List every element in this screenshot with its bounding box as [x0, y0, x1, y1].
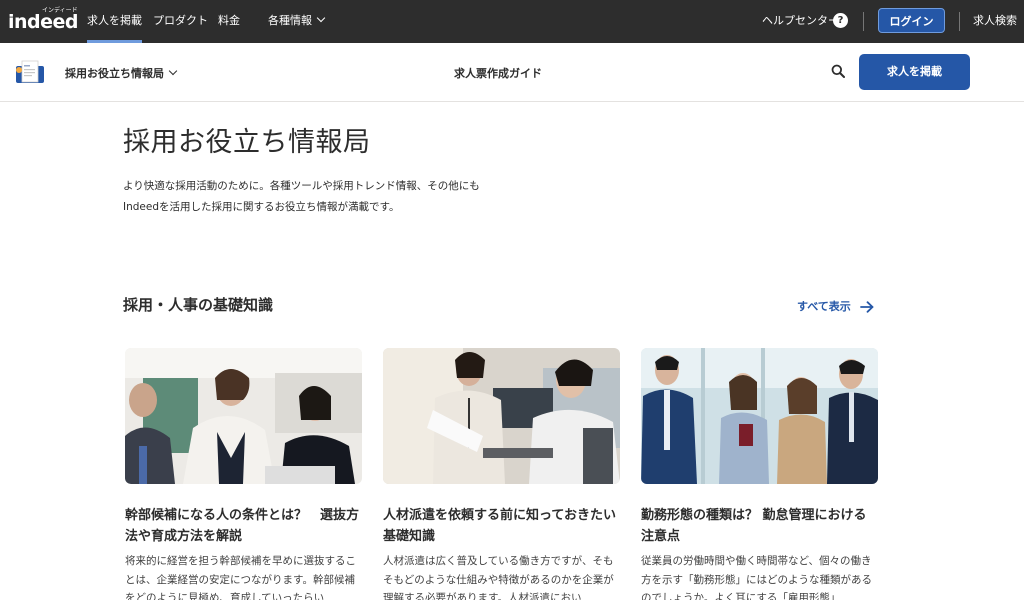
nav-post-job[interactable]: 求人を掲載 [87, 0, 142, 43]
site-menu-dropdown[interactable]: 採用お役立ち情報局 [65, 65, 178, 81]
article-excerpt: 人材派遣は広く普及している働き方ですが、そもそもどのような仕組みや特徴があるのか… [383, 555, 614, 600]
intro-line: より快適な採用活動のために。各種ツールや採用トレンド情報、その他にも [123, 180, 480, 192]
nav-info-dropdown[interactable]: 各種情報 [268, 0, 326, 43]
business-team-photo [641, 348, 878, 484]
section-title: 採用・人事の基礎知識 [123, 296, 274, 314]
intro-text: より快適な採用活動のために。各種ツールや採用トレンド情報、その他にも Indee… [123, 176, 543, 218]
article-excerpt: 従業員の労働時間や働く時間帯など、個々の働き方を示す「勤務形態」にはどのような種… [641, 555, 872, 600]
document-illustration-icon [16, 60, 44, 83]
job-search-link[interactable]: 求人検索 [973, 0, 1017, 43]
divider [959, 12, 960, 31]
article-card[interactable]: 人材派遣を依頼する前に知っておきたい基礎知識 人材派遣は広く普及している働き方で… [383, 348, 620, 600]
help-icon[interactable]: ? [833, 13, 848, 28]
logo-wordmark: indeed [8, 11, 79, 33]
article-title[interactable]: 勤務形態の種類は？ 勤怠管理における注意点 [641, 505, 878, 547]
article-title[interactable]: 幹部候補になる人の条件とは？ 選抜方法や育成方法を解説 [125, 505, 362, 547]
nav-pricing[interactable]: 料金 [218, 0, 240, 43]
site-menu-label: 採用お役立ち情報局 [65, 67, 164, 80]
article-excerpt: 将来的に経営を担う幹部候補を早めに選抜することは、企業経営の安定につながります。… [125, 555, 356, 600]
job-posting-guide-link[interactable]: 求人票作成ガイド [454, 65, 542, 81]
search-icon[interactable] [831, 64, 845, 78]
post-job-button[interactable]: 求人を掲載 [859, 54, 970, 90]
logo-katakana: インディード [42, 7, 78, 14]
business-meeting-photo [125, 348, 362, 484]
help-center-link[interactable]: ヘルプセンター [762, 0, 839, 43]
chevron-down-icon [168, 66, 178, 76]
article-title[interactable]: 人材派遣を依頼する前に知っておきたい基礎知識 [383, 505, 620, 547]
article-card[interactable]: 勤務形態の種類は？ 勤怠管理における注意点 従業員の労働時間や働く時間帯など、個… [641, 348, 878, 600]
nav-products[interactable]: プロダクト [153, 0, 208, 43]
section-header: 採用お役立ち情報局 求人票作成ガイド 求人を掲載 [0, 43, 1024, 102]
article-thumbnail[interactable] [125, 348, 362, 484]
office-discussion-photo [383, 348, 620, 484]
indeed-logo[interactable]: indeed インディード [8, 7, 79, 33]
article-thumbnail[interactable] [641, 348, 878, 484]
arrow-right-icon[interactable] [860, 301, 874, 313]
chevron-down-icon [316, 13, 326, 23]
divider [863, 12, 864, 31]
article-thumbnail[interactable] [383, 348, 620, 484]
global-header: indeed インディード 求人を掲載 プロダクト 料金 各種情報 ヘルプセンタ… [0, 0, 1024, 43]
intro-line: Indeedを活用した採用に関するお役立ち情報が満載です。 [123, 201, 400, 213]
login-button[interactable]: ログイン [878, 8, 945, 33]
article-card[interactable]: 幹部候補になる人の条件とは？ 選抜方法や育成方法を解説 将来的に経営を担う幹部候… [125, 348, 362, 600]
see-all-link[interactable]: すべて表示 [797, 298, 851, 314]
nav-info-label: 各種情報 [268, 14, 312, 27]
page-title: 採用お役立ち情報局 [123, 127, 371, 158]
